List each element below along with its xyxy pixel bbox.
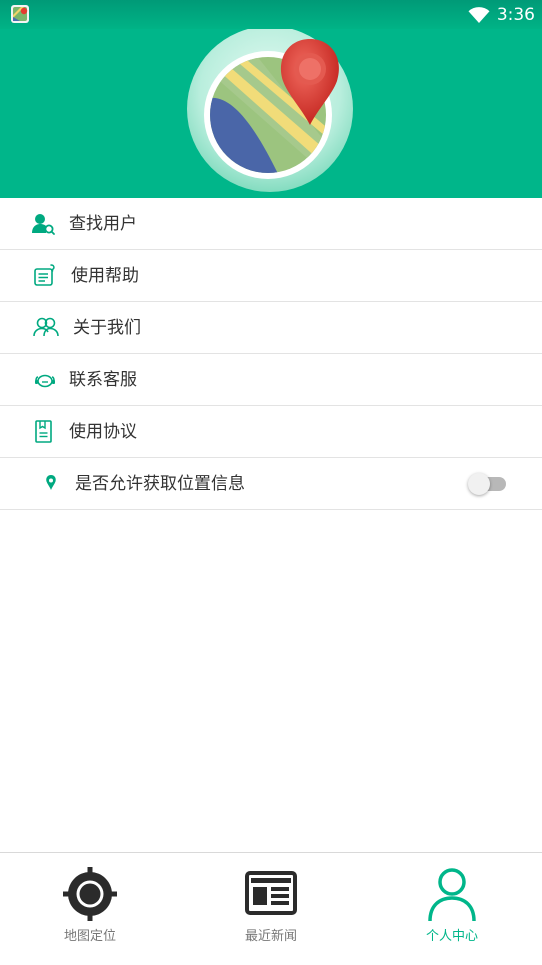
menu-item-agreement[interactable]: 使用协议: [0, 406, 542, 458]
crosshair-icon: [63, 867, 117, 921]
person-icon: [428, 868, 476, 922]
newspaper-icon: [245, 871, 297, 915]
menu-item-label: 联系客服: [69, 370, 137, 390]
menu-item-label: 使用帮助: [71, 266, 139, 286]
menu-item-help[interactable]: 使用帮助: [0, 250, 542, 302]
profile-header: [0, 29, 542, 198]
wifi-icon: [468, 7, 490, 23]
tab-label: 地图定位: [63, 929, 116, 944]
menu-list: 查找用户 使用帮助 关于我们 联系客服 使用协议 是否允许获取位置信息: [0, 198, 542, 510]
tab-map-location[interactable]: 地图定位: [0, 853, 180, 965]
customer-service-icon: [35, 374, 55, 388]
map-pin-logo-icon: [187, 29, 353, 192]
toggle-thumb: [468, 473, 490, 495]
menu-item-about-us[interactable]: 关于我们: [0, 302, 542, 354]
tab-label: 最近新闻: [244, 929, 297, 944]
about-us-icon: [33, 317, 59, 337]
app-notification-icon: [11, 5, 29, 23]
menu-item-label: 查找用户: [69, 214, 137, 234]
menu-item-label: 关于我们: [73, 318, 141, 338]
find-user-icon: [32, 214, 55, 235]
tab-personal-center[interactable]: 个人中心: [362, 853, 542, 965]
tab-recent-news[interactable]: 最近新闻: [181, 853, 361, 965]
status-bar: 3:36: [0, 0, 542, 29]
menu-item-label: 使用协议: [69, 422, 137, 442]
location-permission-toggle[interactable]: [468, 473, 508, 495]
menu-item-find-user[interactable]: 查找用户: [0, 198, 542, 250]
location-pin-icon: [46, 475, 56, 490]
menu-item-customer-service[interactable]: 联系客服: [0, 354, 542, 406]
bottom-navigation: 地图定位 最近新闻 个人中心: [0, 852, 542, 964]
agreement-icon: [35, 420, 52, 443]
menu-item-label: 是否允许获取位置信息: [75, 474, 245, 494]
menu-item-location-permission: 是否允许获取位置信息: [0, 458, 542, 510]
status-indicators: 3:36: [468, 3, 535, 27]
tab-label: 个人中心: [425, 929, 478, 944]
status-time: 3:36: [496, 5, 535, 25]
help-icon: [34, 264, 55, 286]
